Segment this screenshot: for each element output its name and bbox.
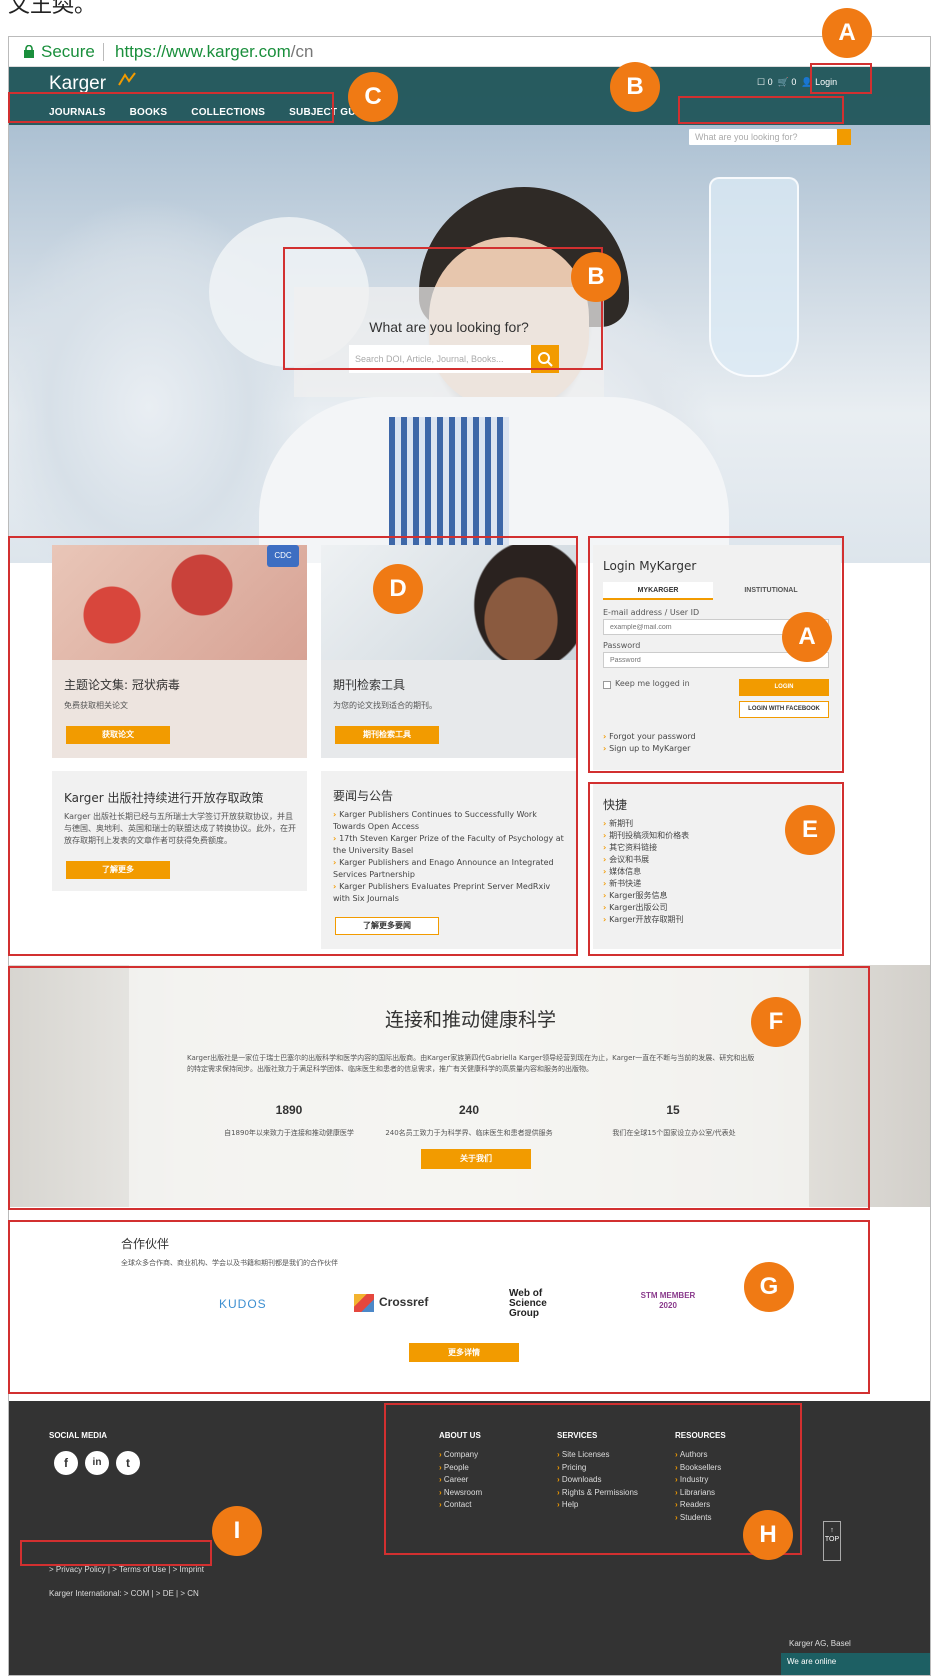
annotation-label-e: E [785,805,835,855]
secure-label: Secure [41,42,95,61]
page-root: { "snippet_text":"文王奐。", "browser":{"sec… [0,0,937,1678]
lock-icon [24,45,34,58]
header-search-button[interactable] [837,129,851,145]
back-to-top-button[interactable]: ↑ TOP [823,1521,841,1561]
company-name: Karger AG, Basel [789,1639,851,1648]
url-host: https://www.karger.com [115,42,291,61]
page-snippet-text: 文王奐。 [0,0,937,34]
url-path: /cn [290,42,314,61]
url-text[interactable]: https://www.karger.com/cn [115,37,313,67]
annotation-label-i: I [212,1506,262,1556]
annotation-box-f-about [8,966,870,1210]
twitter-icon[interactable]: t [116,1451,140,1475]
annotation-label-a: A [822,8,872,58]
up-arrow-icon: ↑ [830,1527,834,1534]
annotation-label-g: G [744,1262,794,1312]
international-links[interactable]: Karger International: > COM | > DE | > C… [49,1589,199,1598]
address-bar[interactable]: Secure https://www.karger.com/cn [9,37,930,67]
annotation-label-c: C [348,72,398,122]
bookmark-icon[interactable]: ☐ [757,77,765,87]
annotation-label-b-hero: B [571,252,621,302]
bookmark-count: 0 [767,77,773,87]
annotation-box-c-nav [8,92,334,123]
url-separator [103,43,104,61]
linkedin-icon[interactable]: in [85,1451,109,1475]
social-media-title: SOCIAL MEDIA [49,1431,108,1440]
annotation-box-a-login [810,63,872,94]
annotation-box-b-hero [283,247,603,370]
cart-icon[interactable]: 🛒 [778,77,789,87]
annotation-box-i-international [20,1540,212,1566]
hero-flask [709,177,799,377]
annotation-box-g-partners [8,1220,870,1394]
facebook-icon[interactable]: f [54,1451,78,1475]
annotation-label-f: F [751,997,801,1047]
annotation-label-d: D [373,564,423,614]
annotation-label-h: H [743,1510,793,1560]
logo-mark-icon [118,72,136,86]
header-search[interactable]: What are you looking for? [689,129,851,145]
annotation-box-b-header-search [678,96,844,124]
chat-widget[interactable]: We are online [781,1653,930,1675]
annotation-label-a-panel: A [782,612,832,662]
top-label: TOP [824,1536,840,1543]
legal-links[interactable]: > Privacy Policy | > Terms of Use | > Im… [49,1565,204,1574]
header-search-placeholder: What are you looking for? [695,132,798,142]
annotation-box-h-footer-links [384,1403,802,1555]
annotation-box-d-content [8,536,578,956]
cart-count: 0 [791,77,797,87]
annotation-label-b: B [610,62,660,112]
